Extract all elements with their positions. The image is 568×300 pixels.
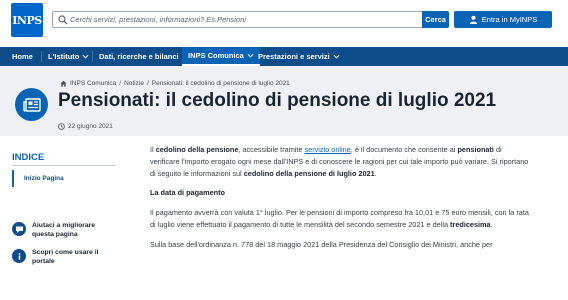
bold-text: cedolino della pensione di luglio 2021 <box>243 168 375 178</box>
search-icon <box>58 15 68 25</box>
publish-date-text: 22 giugno 2021 <box>68 123 113 130</box>
portal-guide-label: Scopri come usare il portale <box>32 249 99 265</box>
breadcrumb-separator: / <box>119 80 122 87</box>
paragraph: Sulla base dell'ordinanza n. 778 del 18 … <box>150 239 493 249</box>
search-box: Cerca <box>52 11 449 28</box>
search-button[interactable]: Cerca <box>422 11 449 28</box>
home-icon[interactable] <box>60 80 67 87</box>
nav-item-istituto[interactable]: L'Istituto <box>42 47 95 66</box>
page-title: Pensionati: il cedolino di pensione di l… <box>58 90 497 111</box>
section-heading: La data di pagamento <box>150 188 226 198</box>
main-nav: Home L'Istituto Dati, ricerche e bilanci… <box>0 47 568 66</box>
search-input[interactable] <box>70 13 410 26</box>
help-improve-link[interactable]: Aiutaci a migliorare questa pagina <box>12 222 122 239</box>
nav-item-label: INPS Comunica <box>188 51 244 60</box>
article-body: Il cedolino della pensione, accessibile … <box>150 144 530 259</box>
user-icon <box>469 15 477 24</box>
top-bar: INPS Cerca Entra in MyINPS <box>0 0 568 41</box>
portal-guide-link[interactable]: Scopri come usare il portale <box>12 249 122 266</box>
nav-item-home[interactable]: Home <box>6 47 39 66</box>
breadcrumb: INPS Comunica / Notizie / Pensionati: il… <box>60 80 290 87</box>
breadcrumb-link-inps-comunica[interactable]: INPS Comunica <box>70 80 116 87</box>
feedback-icon <box>12 222 26 236</box>
nav-item-label: L'Istituto <box>48 52 80 61</box>
paragraph: Il pagamento avverrà con valuta 1° lugli… <box>150 208 529 229</box>
nav-item-label: Prestazioni e servizi <box>258 52 330 61</box>
help-improve-label: Aiutaci a migliorare questa pagina <box>32 222 96 238</box>
nav-item-label: Dati, ricerche e bilanci <box>99 52 179 61</box>
info-icon <box>12 249 26 263</box>
servizio-online-link[interactable]: servizio online <box>305 145 351 154</box>
login-button[interactable]: Entra in MyINPS <box>454 11 552 28</box>
bold-text: tredicesima <box>450 219 491 229</box>
clock-icon <box>58 123 65 130</box>
nav-item-inps-comunica[interactable]: INPS Comunica <box>182 47 260 66</box>
chevron-down-icon <box>333 54 340 59</box>
paragraph: Il cedolino della pensione, accessibile … <box>150 145 529 178</box>
bold-text: pensionati <box>457 145 494 154</box>
divider <box>12 165 116 166</box>
indice-item-inizio-pagina[interactable]: Inizio Pagina <box>12 170 116 187</box>
nav-item-prestazioni[interactable]: Prestazioni e servizi <box>252 47 346 66</box>
breadcrumb-separator: / <box>146 80 149 87</box>
breadcrumb-current: Pensionati: il cedolino di pensione di l… <box>151 80 290 87</box>
bold-text: cedolino della pensione <box>155 145 239 154</box>
nav-item-label: Home <box>12 52 33 61</box>
publish-date: 22 giugno 2021 <box>58 123 113 130</box>
breadcrumb-link-notizie[interactable]: Notizie <box>124 80 144 87</box>
chevron-down-icon <box>82 54 89 59</box>
news-icon <box>15 88 48 121</box>
indice-title: INDICE <box>12 152 45 163</box>
login-button-label: Entra in MyINPS <box>481 15 538 24</box>
nav-item-dati[interactable]: Dati, ricerche e bilanci <box>93 47 195 66</box>
inps-logo[interactable]: INPS <box>11 3 43 37</box>
